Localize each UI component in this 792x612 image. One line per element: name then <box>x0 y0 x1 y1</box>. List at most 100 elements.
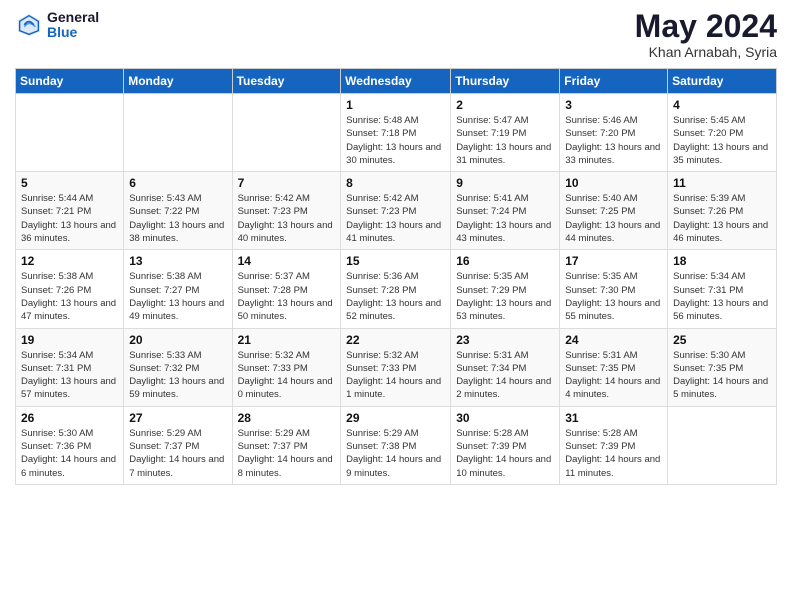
day-number: 18 <box>673 254 771 268</box>
day-cell: 11 Sunrise: 5:39 AM Sunset: 7:26 PM Dayli… <box>668 172 777 250</box>
week-row-4: 19Sunrise: 5:34 AM Sunset: 7:31 PM Dayli… <box>16 328 777 406</box>
day-number: 23 <box>456 333 554 347</box>
day-info: Sunrise: 5:38 AM Sunset: 7:27 PM Dayligh… <box>129 270 226 323</box>
day-cell: 10 Sunrise: 5:40 AM Sunset: 7:25 PM Dayli… <box>560 172 668 250</box>
day-number: 12 <box>21 254 118 268</box>
page: General Blue May 2024 Khan Arnabah, Syri… <box>0 0 792 612</box>
day-number: 20 <box>129 333 226 347</box>
day-number: 27 <box>129 411 226 425</box>
day-info: Sunrise: 5:34 AM Sunset: 7:31 PM Dayligh… <box>21 349 118 402</box>
day-number: 15 <box>346 254 445 268</box>
day-info: Sunrise: 5:28 AM Sunset: 7:39 PM Dayligh… <box>565 427 662 480</box>
day-cell: 13 Sunrise: 5:38 AM Sunset: 7:27 PM Dayli… <box>124 250 232 328</box>
day-number: 4 <box>673 98 771 112</box>
day-info: Sunrise: 5:29 AM Sunset: 7:38 PM Dayligh… <box>346 427 445 480</box>
day-cell: 22 Sunrise: 5:32 AM Sunset: 7:33 PM Dayli… <box>341 328 451 406</box>
day-info: Sunrise: 5:36 AM Sunset: 7:28 PM Dayligh… <box>346 270 445 323</box>
day-cell: 27 Sunrise: 5:29 AM Sunset: 7:37 PM Dayli… <box>124 406 232 484</box>
day-cell: 5Sunrise: 5:44 AM Sunset: 7:21 PM Daylig… <box>16 172 124 250</box>
day-number: 25 <box>673 333 771 347</box>
day-cell: 19Sunrise: 5:34 AM Sunset: 7:31 PM Dayli… <box>16 328 124 406</box>
col-tuesday: Tuesday <box>232 69 341 94</box>
col-monday: Monday <box>124 69 232 94</box>
col-saturday: Saturday <box>668 69 777 94</box>
day-cell <box>668 406 777 484</box>
header: General Blue May 2024 Khan Arnabah, Syri… <box>15 10 777 60</box>
calendar-body: 1Sunrise: 5:48 AM Sunset: 7:18 PM Daylig… <box>16 94 777 485</box>
day-cell: 17 Sunrise: 5:35 AM Sunset: 7:30 PM Dayli… <box>560 250 668 328</box>
day-info: Sunrise: 5:37 AM Sunset: 7:28 PM Dayligh… <box>238 270 336 323</box>
day-info: Sunrise: 5:43 AM Sunset: 7:22 PM Dayligh… <box>129 192 226 245</box>
week-row-5: 26Sunrise: 5:30 AM Sunset: 7:36 PM Dayli… <box>16 406 777 484</box>
day-number: 13 <box>129 254 226 268</box>
day-info: Sunrise: 5:40 AM Sunset: 7:25 PM Dayligh… <box>565 192 662 245</box>
day-number: 2 <box>456 98 554 112</box>
day-cell: 18 Sunrise: 5:34 AM Sunset: 7:31 PM Dayli… <box>668 250 777 328</box>
day-info: Sunrise: 5:45 AM Sunset: 7:20 PM Dayligh… <box>673 114 771 167</box>
day-number: 24 <box>565 333 662 347</box>
day-info: Sunrise: 5:34 AM Sunset: 7:31 PM Dayligh… <box>673 270 771 323</box>
day-cell: 29 Sunrise: 5:29 AM Sunset: 7:38 PM Dayli… <box>341 406 451 484</box>
calendar-table: Sunday Monday Tuesday Wednesday Thursday… <box>15 68 777 485</box>
month-title: May 2024 <box>635 10 777 42</box>
day-number: 6 <box>129 176 226 190</box>
day-number: 11 <box>673 176 771 190</box>
day-number: 16 <box>456 254 554 268</box>
day-cell: 16 Sunrise: 5:35 AM Sunset: 7:29 PM Dayli… <box>451 250 560 328</box>
day-number: 26 <box>21 411 118 425</box>
day-cell: 8Sunrise: 5:42 AM Sunset: 7:23 PM Daylig… <box>341 172 451 250</box>
day-cell: 21 Sunrise: 5:32 AM Sunset: 7:33 PM Dayli… <box>232 328 341 406</box>
day-cell: 6 Sunrise: 5:43 AM Sunset: 7:22 PM Daylig… <box>124 172 232 250</box>
logo-icon <box>15 11 43 39</box>
week-row-2: 5Sunrise: 5:44 AM Sunset: 7:21 PM Daylig… <box>16 172 777 250</box>
day-cell: 14Sunrise: 5:37 AM Sunset: 7:28 PM Dayli… <box>232 250 341 328</box>
day-info: Sunrise: 5:46 AM Sunset: 7:20 PM Dayligh… <box>565 114 662 167</box>
day-cell: 12Sunrise: 5:38 AM Sunset: 7:26 PM Dayli… <box>16 250 124 328</box>
day-cell: 26Sunrise: 5:30 AM Sunset: 7:36 PM Dayli… <box>16 406 124 484</box>
day-info: Sunrise: 5:31 AM Sunset: 7:35 PM Dayligh… <box>565 349 662 402</box>
day-info: Sunrise: 5:35 AM Sunset: 7:29 PM Dayligh… <box>456 270 554 323</box>
logo-blue-label: Blue <box>47 25 99 40</box>
logo: General Blue <box>15 10 99 41</box>
day-number: 5 <box>21 176 118 190</box>
location: Khan Arnabah, Syria <box>635 44 777 60</box>
day-number: 31 <box>565 411 662 425</box>
day-info: Sunrise: 5:48 AM Sunset: 7:18 PM Dayligh… <box>346 114 445 167</box>
day-info: Sunrise: 5:42 AM Sunset: 7:23 PM Dayligh… <box>238 192 336 245</box>
day-cell: 28Sunrise: 5:29 AM Sunset: 7:37 PM Dayli… <box>232 406 341 484</box>
header-row: Sunday Monday Tuesday Wednesday Thursday… <box>16 69 777 94</box>
day-number: 29 <box>346 411 445 425</box>
day-number: 30 <box>456 411 554 425</box>
day-cell: 31 Sunrise: 5:28 AM Sunset: 7:39 PM Dayli… <box>560 406 668 484</box>
day-info: Sunrise: 5:32 AM Sunset: 7:33 PM Dayligh… <box>346 349 445 402</box>
day-cell: 4 Sunrise: 5:45 AM Sunset: 7:20 PM Daylig… <box>668 94 777 172</box>
day-cell <box>124 94 232 172</box>
day-cell: 3Sunrise: 5:46 AM Sunset: 7:20 PM Daylig… <box>560 94 668 172</box>
calendar-header: Sunday Monday Tuesday Wednesday Thursday… <box>16 69 777 94</box>
day-number: 17 <box>565 254 662 268</box>
week-row-3: 12Sunrise: 5:38 AM Sunset: 7:26 PM Dayli… <box>16 250 777 328</box>
day-number: 22 <box>346 333 445 347</box>
day-info: Sunrise: 5:30 AM Sunset: 7:35 PM Dayligh… <box>673 349 771 402</box>
day-info: Sunrise: 5:41 AM Sunset: 7:24 PM Dayligh… <box>456 192 554 245</box>
day-cell: 15 Sunrise: 5:36 AM Sunset: 7:28 PM Dayli… <box>341 250 451 328</box>
day-info: Sunrise: 5:32 AM Sunset: 7:33 PM Dayligh… <box>238 349 336 402</box>
day-cell: 23Sunrise: 5:31 AM Sunset: 7:34 PM Dayli… <box>451 328 560 406</box>
day-info: Sunrise: 5:47 AM Sunset: 7:19 PM Dayligh… <box>456 114 554 167</box>
col-sunday: Sunday <box>16 69 124 94</box>
logo-general-label: General <box>47 10 99 25</box>
day-cell: 20Sunrise: 5:33 AM Sunset: 7:32 PM Dayli… <box>124 328 232 406</box>
week-row-1: 1Sunrise: 5:48 AM Sunset: 7:18 PM Daylig… <box>16 94 777 172</box>
day-number: 10 <box>565 176 662 190</box>
day-number: 21 <box>238 333 336 347</box>
col-thursday: Thursday <box>451 69 560 94</box>
day-cell: 7 Sunrise: 5:42 AM Sunset: 7:23 PM Daylig… <box>232 172 341 250</box>
day-cell <box>232 94 341 172</box>
day-info: Sunrise: 5:35 AM Sunset: 7:30 PM Dayligh… <box>565 270 662 323</box>
day-number: 28 <box>238 411 336 425</box>
day-info: Sunrise: 5:29 AM Sunset: 7:37 PM Dayligh… <box>129 427 226 480</box>
day-cell: 9Sunrise: 5:41 AM Sunset: 7:24 PM Daylig… <box>451 172 560 250</box>
day-info: Sunrise: 5:39 AM Sunset: 7:26 PM Dayligh… <box>673 192 771 245</box>
day-cell <box>16 94 124 172</box>
day-number: 7 <box>238 176 336 190</box>
